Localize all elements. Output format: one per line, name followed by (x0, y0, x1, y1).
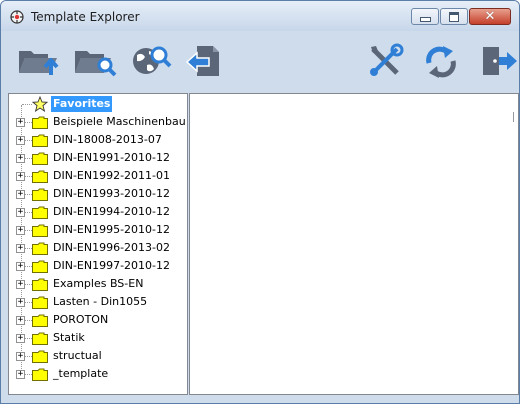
window-controls: ✕ (410, 8, 511, 26)
tree-node-favorites[interactable]: Favorites (9, 95, 187, 113)
tree-node-label: DIN-EN1994-2010-12 (53, 205, 171, 218)
tree-node-label: Favorites (51, 96, 113, 112)
tree-node-label: Examples BS-EN (53, 277, 144, 290)
expand-toggle[interactable]: + (16, 280, 25, 289)
tree-node-folder[interactable]: + DIN-EN1997-2010-12 (9, 257, 187, 275)
folder-icon (32, 242, 48, 255)
expand-toggle[interactable]: + (16, 316, 25, 325)
expand-toggle[interactable]: + (16, 334, 25, 343)
toolbar (1, 31, 519, 93)
expand-toggle[interactable]: + (16, 226, 25, 235)
tools-button[interactable] (363, 43, 407, 79)
folder-icon (32, 224, 48, 237)
tree-node-label: POROTON (53, 313, 109, 326)
tree-node-folder[interactable]: + Lasten - Din1055 (9, 293, 187, 311)
tree-node-label: DIN-EN1997-2010-12 (53, 259, 171, 272)
refresh-button[interactable] (419, 43, 463, 79)
folder-icon (32, 332, 48, 345)
template-explorer-window: Template Explorer ✕ Favorites + Beispiel… (0, 0, 520, 404)
expand-toggle[interactable]: + (16, 244, 25, 253)
folder-icon (32, 152, 48, 165)
expand-toggle[interactable]: + (16, 262, 25, 271)
tree-node-folder[interactable]: + DIN-18008-2013-07 (9, 131, 187, 149)
expand-toggle[interactable]: + (16, 154, 25, 163)
maximize-button[interactable] (440, 8, 468, 25)
tree-node-label: DIN-EN1996-2013-02 (53, 241, 171, 254)
tree-node-folder[interactable]: + structual (9, 347, 187, 365)
tree-node-label: DIN-18008-2013-07 (53, 133, 162, 146)
expand-toggle[interactable]: + (16, 298, 25, 307)
minimize-button[interactable] (411, 8, 439, 25)
folder-icon (32, 368, 48, 381)
folder-icon (32, 314, 48, 327)
folder-icon (32, 116, 48, 129)
folder-icon (32, 188, 48, 201)
tree-node-folder[interactable]: + DIN-EN1996-2013-02 (9, 239, 187, 257)
back-button[interactable] (181, 43, 225, 79)
folder-up-icon (19, 51, 59, 75)
tree-node-folder[interactable]: + DIN-EN1991-2010-12 (9, 149, 187, 167)
template-tree[interactable]: Favorites + Beispiele Maschinenbau + DIN… (8, 93, 188, 395)
globe-search-icon (133, 46, 172, 74)
tree-node-folder[interactable]: + DIN-EN1995-2010-12 (9, 221, 187, 239)
folder-icon (32, 206, 48, 219)
close-button[interactable]: ✕ (469, 8, 511, 25)
expand-toggle[interactable]: + (16, 352, 25, 361)
close-icon: ✕ (484, 9, 496, 24)
tree-node-label: Beispiele Maschinenbau (53, 115, 186, 128)
folder-up-button[interactable] (17, 43, 61, 79)
expand-toggle[interactable]: + (16, 172, 25, 181)
folder-icon (32, 278, 48, 291)
tree-node-folder[interactable]: + POROTON (9, 311, 187, 329)
tree-node-label: Lasten - Din1055 (53, 295, 148, 308)
tree-node-folder[interactable]: + _template (9, 365, 187, 383)
folder-search-button[interactable] (73, 43, 117, 79)
app-icon (10, 10, 24, 24)
tree-node-label: DIN-EN1993-2010-12 (53, 187, 171, 200)
folder-icon (32, 134, 48, 147)
tree-node-folder[interactable]: + DIN-EN1994-2010-12 (9, 203, 187, 221)
folder-icon (32, 260, 48, 273)
tree-connector (22, 104, 32, 105)
tree-node-folder[interactable]: + DIN-EN1992-2011-01 (9, 167, 187, 185)
refresh-icon (426, 46, 456, 78)
tree-node-label: DIN-EN1995-2010-12 (53, 223, 171, 236)
star-icon (32, 96, 48, 112)
tree-node-folder[interactable]: + Statik (9, 329, 187, 347)
maximize-icon (449, 11, 459, 22)
tree-node-label: DIN-EN1991-2010-12 (53, 151, 171, 164)
folder-icon (32, 296, 48, 309)
expand-toggle[interactable]: + (16, 118, 25, 127)
template-detail-pane[interactable] (189, 93, 519, 395)
tree-node-folder[interactable]: + Examples BS-EN (9, 275, 187, 293)
expand-toggle[interactable]: + (16, 136, 25, 145)
tree-node-folder[interactable]: + DIN-EN1993-2010-12 (9, 185, 187, 203)
exit-door-icon (483, 47, 517, 75)
expand-toggle[interactable]: + (16, 370, 25, 379)
web-search-button[interactable] (129, 43, 173, 79)
tree-node-folder[interactable]: + Beispiele Maschinenbau (9, 113, 187, 131)
tree-node-label: structual (53, 349, 102, 362)
tree-node-label: _template (53, 367, 109, 380)
expand-toggle[interactable]: + (16, 208, 25, 217)
tree-node-label: Statik (53, 331, 85, 344)
tools-icon (370, 43, 404, 76)
column-divider (513, 112, 518, 122)
tree-node-label: DIN-EN1992-2011-01 (53, 169, 171, 182)
folder-icon (32, 170, 48, 183)
expand-toggle[interactable]: + (16, 190, 25, 199)
title-bar[interactable]: Template Explorer ✕ (1, 1, 519, 31)
document-back-arrow-icon (185, 46, 219, 76)
folder-icon (32, 350, 48, 363)
folder-search-icon (75, 51, 117, 77)
exit-button[interactable] (475, 43, 519, 79)
minimize-icon (419, 17, 431, 22)
window-title: Template Explorer (31, 10, 140, 24)
